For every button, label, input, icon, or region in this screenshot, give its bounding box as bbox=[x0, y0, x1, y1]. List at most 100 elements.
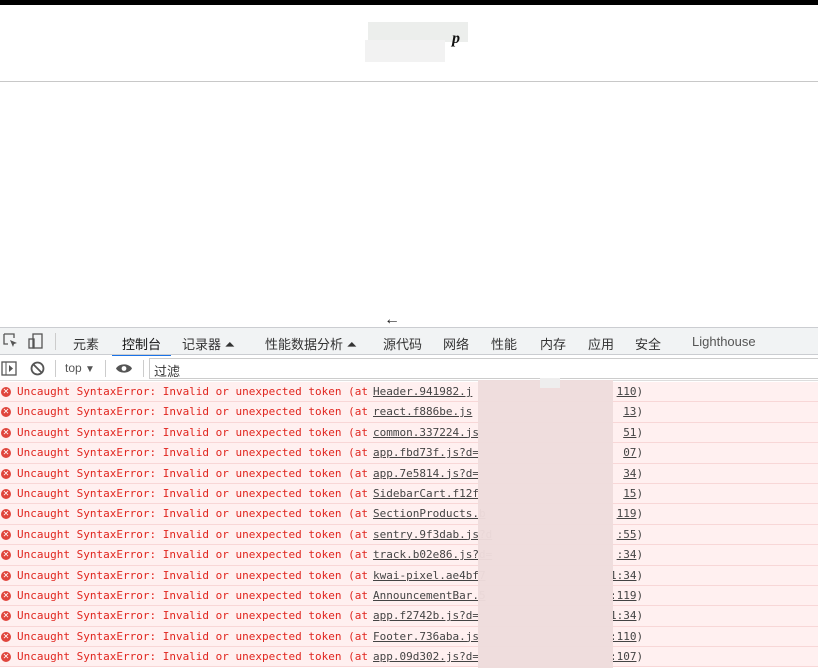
error-message: Uncaught SyntaxError: Invalid or unexpec… bbox=[17, 405, 368, 419]
console-error-row: ✕ Uncaught SyntaxError: Invalid or unexpe… bbox=[0, 422, 818, 444]
error-icon: ✕ bbox=[1, 488, 11, 499]
source-link[interactable]: SectionProducts.b bbox=[373, 504, 486, 524]
tab-security[interactable]: 安全 bbox=[635, 334, 661, 353]
console-error-row: ✕ Uncaught SyntaxError: Invalid or unexpe… bbox=[0, 382, 818, 403]
source-location[interactable]: 119) bbox=[617, 504, 644, 524]
source-line[interactable]: 07 bbox=[623, 446, 636, 459]
inspect-element-icon[interactable] bbox=[3, 333, 19, 349]
console-error-row: ✕ Uncaught SyntaxError: Invalid or unexpe… bbox=[0, 647, 818, 668]
source-location[interactable]: :55) bbox=[617, 525, 644, 545]
source-line[interactable]: 1:34 bbox=[610, 569, 637, 582]
source-line[interactable]: 51 bbox=[623, 426, 636, 439]
tab-elements[interactable]: 元素 bbox=[73, 334, 99, 353]
error-message: Uncaught SyntaxError: Invalid or unexpec… bbox=[17, 507, 368, 521]
divider bbox=[55, 360, 56, 377]
source-link[interactable]: SidebarCart.f12f bbox=[373, 484, 479, 504]
source-location[interactable]: :107) bbox=[610, 647, 643, 667]
error-message: Uncaught SyntaxError: Invalid or unexpec… bbox=[17, 446, 368, 460]
console-error-row: ✕ Uncaught SyntaxError: Invalid or unexpe… bbox=[0, 524, 818, 546]
error-message: Uncaught SyntaxError: Invalid or unexpec… bbox=[17, 588, 368, 602]
source-line[interactable]: :119 bbox=[610, 589, 637, 602]
source-line[interactable]: 1:34 bbox=[610, 609, 637, 622]
tab-performance-insights[interactable]: 性能数据分析 ⏶ bbox=[265, 334, 357, 353]
tab-performance[interactable]: 性能 bbox=[491, 334, 517, 353]
source-line[interactable]: :110 bbox=[610, 630, 637, 643]
console-error-row: ✕ Uncaught SyntaxError: Invalid or unexpe… bbox=[0, 463, 818, 484]
tab-memory[interactable]: 内存 bbox=[540, 334, 566, 353]
redacted-block bbox=[478, 380, 613, 668]
error-icon: ✕ bbox=[1, 611, 11, 622]
source-line[interactable]: :55 bbox=[617, 528, 637, 541]
source-link[interactable]: track.b02e86.js?d= bbox=[373, 545, 492, 565]
source-line[interactable]: 13 bbox=[623, 405, 636, 418]
source-line[interactable]: 110 bbox=[617, 385, 637, 398]
source-link[interactable]: app.7e5814.js?d= bbox=[373, 464, 479, 484]
filter-placeholder: 过滤 bbox=[154, 364, 181, 379]
console-error-row: ✕ Uncaught SyntaxError: Invalid or unexpe… bbox=[0, 443, 818, 464]
source-location[interactable]: 34) bbox=[623, 464, 643, 484]
error-icon: ✕ bbox=[1, 550, 11, 561]
source-line[interactable]: 34 bbox=[623, 467, 636, 480]
source-location[interactable]: 51) bbox=[623, 423, 643, 443]
source-link[interactable]: sentry.9f3dab.js?d bbox=[373, 525, 492, 545]
tab-recorder[interactable]: 记录器 ⏶ bbox=[182, 334, 235, 353]
source-location[interactable]: 15) bbox=[623, 484, 643, 504]
source-link[interactable]: react.f886be.js bbox=[373, 402, 472, 422]
source-location[interactable]: :110) bbox=[610, 627, 643, 647]
source-line[interactable]: :107 bbox=[610, 650, 637, 663]
source-location[interactable]: 07) bbox=[623, 443, 643, 463]
console-error-row: ✕ Uncaught SyntaxError: Invalid or unexpe… bbox=[0, 402, 818, 423]
tab-network[interactable]: 网络 bbox=[443, 334, 469, 353]
console-messages: ✕ Uncaught SyntaxError: Invalid or unexpe… bbox=[0, 382, 818, 668]
console-error-row: ✕ Uncaught SyntaxError: Invalid or unexpe… bbox=[0, 565, 818, 586]
console-error-row: ✕ Uncaught SyntaxError: Invalid or unexpe… bbox=[0, 483, 818, 505]
source-line[interactable]: 119 bbox=[617, 507, 637, 520]
console-error-row: ✕ Uncaught SyntaxError: Invalid or unexpe… bbox=[0, 504, 818, 525]
source-link[interactable]: Footer.736aba.js bbox=[373, 627, 479, 647]
source-line[interactable]: :34 bbox=[617, 548, 637, 561]
context-selector[interactable]: top ▼ bbox=[65, 361, 95, 375]
dropdown-arrow-icon: ▼ bbox=[85, 364, 95, 375]
source-location[interactable]: :119) bbox=[610, 586, 643, 606]
console-error-row: ✕ Uncaught SyntaxError: Invalid or unexpe… bbox=[0, 545, 818, 566]
source-link[interactable]: kwai-pixel.ae4bf7 bbox=[373, 566, 486, 586]
source-link[interactable]: app.09d302.js?d= bbox=[373, 647, 479, 667]
redacted-block bbox=[365, 40, 445, 62]
error-message: Uncaught SyntaxError: Invalid or unexpec… bbox=[17, 609, 368, 623]
device-toolbar-icon[interactable] bbox=[28, 333, 44, 349]
show-sidebar-icon[interactable] bbox=[1, 361, 17, 376]
error-icon: ✕ bbox=[1, 407, 11, 418]
error-message: Uncaught SyntaxError: Invalid or unexpec… bbox=[17, 425, 368, 439]
error-icon: ✕ bbox=[1, 529, 11, 540]
error-icon: ✕ bbox=[1, 590, 11, 601]
error-message: Uncaught SyntaxError: Invalid or unexpec… bbox=[17, 568, 368, 582]
browser-top-bar bbox=[0, 0, 818, 5]
source-link[interactable]: common.337224.js bbox=[373, 423, 479, 443]
error-icon: ✕ bbox=[1, 570, 11, 581]
source-location[interactable]: 1:34) bbox=[610, 606, 643, 626]
divider bbox=[105, 360, 106, 377]
live-expression-eye-icon[interactable] bbox=[115, 363, 133, 374]
tab-application[interactable]: 应用 bbox=[588, 334, 614, 353]
error-icon: ✕ bbox=[1, 631, 11, 642]
source-link[interactable]: AnnouncementBar.5 bbox=[373, 586, 486, 606]
tab-sources[interactable]: 源代码 bbox=[383, 334, 422, 353]
divider bbox=[143, 360, 144, 377]
tab-lighthouse[interactable]: Lighthouse bbox=[692, 334, 756, 349]
context-value: top bbox=[65, 361, 82, 375]
source-line[interactable]: 15 bbox=[623, 487, 636, 500]
error-message: Uncaught SyntaxError: Invalid or unexpec… bbox=[17, 650, 368, 664]
clear-console-icon[interactable] bbox=[30, 361, 45, 376]
source-link[interactable]: app.fbd73f.js?d= bbox=[373, 443, 479, 463]
error-message: Uncaught SyntaxError: Invalid or unexpec… bbox=[17, 486, 368, 500]
source-location[interactable]: 13) bbox=[623, 402, 643, 422]
source-location[interactable]: 1:34) bbox=[610, 566, 643, 586]
source-link[interactable]: Header.941982.j bbox=[373, 382, 472, 402]
error-icon: ✕ bbox=[1, 387, 11, 397]
console-error-row: ✕ Uncaught SyntaxError: Invalid or unexpe… bbox=[0, 585, 818, 607]
filter-input[interactable]: 过滤 bbox=[149, 358, 818, 379]
source-location[interactable]: :34) bbox=[617, 545, 644, 565]
tab-console[interactable]: 控制台 bbox=[111, 334, 172, 357]
source-link[interactable]: app.f2742b.js?d= bbox=[373, 606, 479, 626]
source-location[interactable]: 110) bbox=[617, 382, 644, 402]
